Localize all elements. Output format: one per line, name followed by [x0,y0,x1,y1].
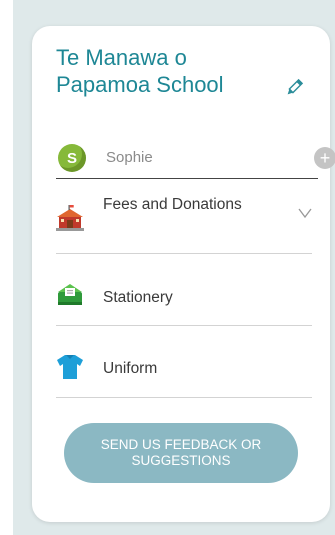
feedback-button[interactable]: SEND US FEEDBACK OR SUGGESTIONS [64,423,298,483]
menu-item-uniform[interactable]: Uniform [56,326,318,398]
school-card: Te Manawa o Papamoa School S Sophie + Fe… [32,26,335,522]
school-building-icon [56,205,84,231]
user-name: Sophie [106,149,153,166]
stationery-box-icon [58,284,82,305]
menu-item-stationery[interactable]: Stationery [56,254,318,326]
menu-item-label: Fees and Donations [103,196,242,213]
school-title: Te Manawa o Papamoa School [56,45,224,97]
feedback-button-label: SEND US FEEDBACK OR SUGGESTIONS [100,437,262,468]
add-user-button[interactable]: + [314,147,335,169]
pencil-edit-icon[interactable] [284,78,304,98]
divider [56,397,312,398]
menu-item-fees-donations[interactable]: Fees and Donations [56,179,318,254]
chevron-down-icon [298,208,312,219]
left-panel-edge [0,0,13,535]
menu-item-label: Stationery [103,289,173,306]
menu-item-label: Uniform [103,360,158,377]
shirt-icon [57,355,83,379]
avatar: S [58,144,86,172]
user-row[interactable]: S Sophie + [58,144,335,174]
